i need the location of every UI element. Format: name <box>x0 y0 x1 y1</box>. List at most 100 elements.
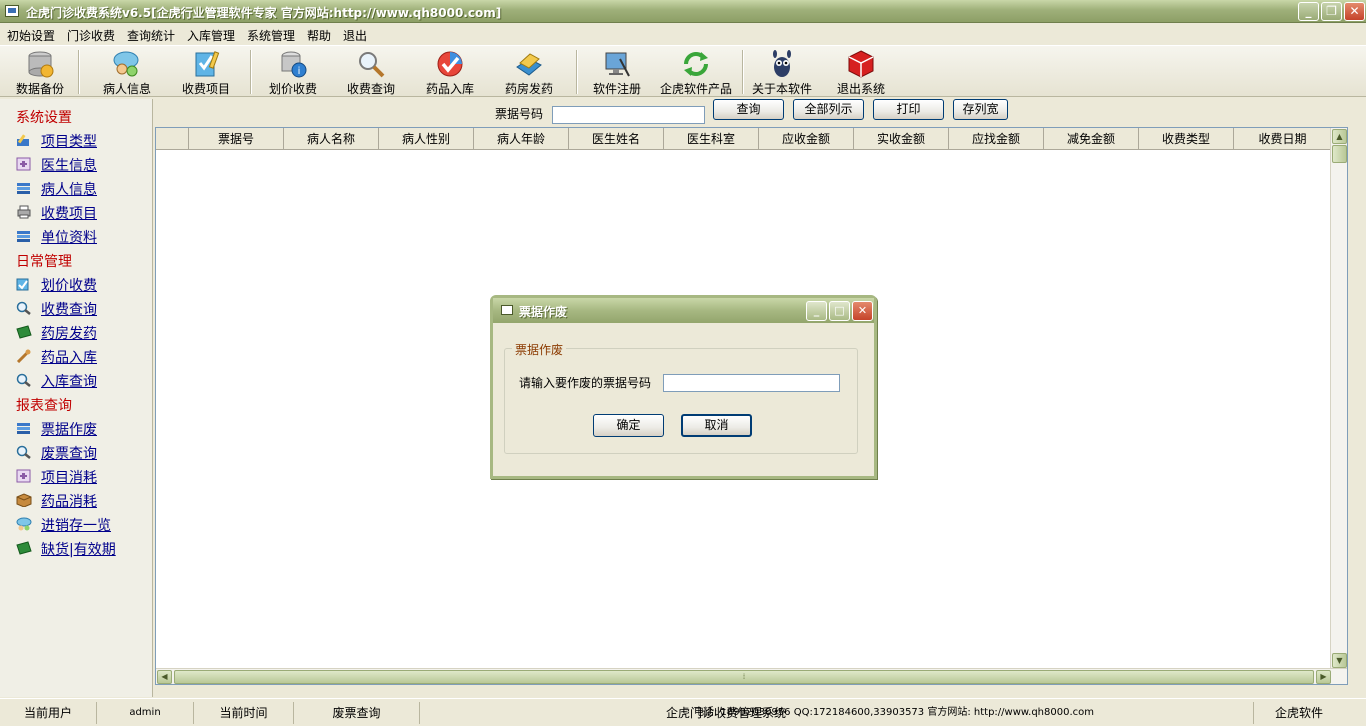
sidebar-item-label: 进销存一览 <box>41 518 111 534</box>
column-header[interactable]: 减免金额 <box>1044 128 1139 150</box>
menu-stock-in[interactable]: 入库管理 <box>187 27 235 44</box>
database-backup-icon <box>28 51 54 78</box>
current-user-label: 当前用户 <box>0 702 97 724</box>
printer-icon <box>17 205 31 219</box>
dialog-minimize-button[interactable]: _ <box>806 301 827 321</box>
void-receipt-dialog: 票据作废 _ □ ✕ 票据作废 请输入要作废的票据号码 确定 取消 <box>490 295 877 479</box>
menu-outpatient-charge[interactable]: 门诊收费 <box>67 27 115 44</box>
toolbar-label: 关于本软件 <box>751 82 812 96</box>
column-header[interactable]: 医生姓名 <box>569 128 664 150</box>
toolbar-label: 收费项目 <box>181 82 230 96</box>
refresh-arrows-icon <box>684 52 708 76</box>
sidebar-item-label: 收费项目 <box>41 206 97 222</box>
scroll-down-arrow[interactable]: ▼ <box>1332 653 1347 668</box>
column-header[interactable]: 票据号 <box>189 128 284 150</box>
toolbar-pharmacy-dispense-button[interactable]: 药房发药 <box>497 46 561 97</box>
column-header[interactable]: 收费日期 <box>1234 128 1332 150</box>
menu-initial-settings[interactable]: 初始设置 <box>7 27 55 44</box>
sidebar-item-label: 医生信息 <box>41 158 97 174</box>
toolbar-about-button[interactable]: 关于本软件 <box>748 46 816 97</box>
doctor-card-icon <box>16 157 31 171</box>
dialog-maximize-button[interactable]: □ <box>829 301 850 321</box>
column-header[interactable]: 应收金额 <box>759 128 854 150</box>
svg-text:i: i <box>298 66 301 77</box>
minimize-button[interactable]: _ <box>1298 2 1319 21</box>
sidebar-item-label: 缺货|有效期 <box>41 542 116 558</box>
magnifier-icon <box>16 445 31 459</box>
toolbar-pricing-button[interactable]: i 划价收费 <box>261 46 325 97</box>
toolbar-exit-system-button[interactable]: 退出系统 <box>829 46 893 97</box>
dialog-close-button[interactable]: ✕ <box>852 301 873 321</box>
toolbar-software-register-button[interactable]: 软件注册 <box>585 46 649 97</box>
sidebar-item-label: 药品消耗 <box>41 494 97 510</box>
horizontal-scrollbar[interactable]: ◀ ⁞ ▶ <box>156 668 1347 684</box>
column-header[interactable]: 病人年龄 <box>474 128 569 150</box>
title-bar: 企虎门诊收费系统v6.5[企虎行业管理软件专家 官方网站:http://www.… <box>0 0 1366 23</box>
current-user-value: admin <box>97 702 194 724</box>
notes-pencil-icon <box>16 278 29 291</box>
close-button[interactable]: ✕ <box>1344 2 1365 21</box>
column-header[interactable]: 收费类型 <box>1139 128 1234 150</box>
wrench-icon <box>16 349 31 363</box>
scroll-thumb[interactable]: ⁞ <box>174 670 1314 684</box>
toolbar-label: 退出系统 <box>836 82 885 96</box>
brand-label: 企虎软件 <box>1274 706 1323 720</box>
dialog-title-bar: 票据作废 _ □ ✕ <box>493 298 874 323</box>
vertical-scrollbar[interactable]: ▲ ▼ <box>1330 128 1347 669</box>
books-stack-icon <box>17 231 30 242</box>
toolbar-separator <box>742 50 744 94</box>
scroll-up-arrow[interactable]: ▲ <box>1332 129 1347 144</box>
cancel-button[interactable]: 取消 <box>681 414 752 437</box>
toolbar-label: 软件注册 <box>592 82 641 96</box>
dialog-app-icon <box>501 305 513 315</box>
pharmacy-box-icon <box>516 53 542 76</box>
sidebar-group-daily-management: 日常管理 <box>16 254 72 270</box>
package-box-icon <box>16 493 32 507</box>
list-all-button[interactable]: 全部列示 <box>793 99 864 120</box>
menu-system[interactable]: 系统管理 <box>247 27 295 44</box>
menu-query-stats[interactable]: 查询统计 <box>127 27 175 44</box>
grid-row-indicator-header <box>156 128 189 150</box>
about-mascot-icon <box>773 50 791 77</box>
void-receipt-number-input[interactable] <box>663 374 840 392</box>
menu-exit[interactable]: 退出 <box>343 27 367 44</box>
column-header[interactable]: 实收金额 <box>854 128 949 150</box>
green-book-icon <box>16 325 32 339</box>
toolbar-products-button[interactable]: 企虎软件产品 <box>656 46 736 97</box>
sidebar-item-label: 药房发药 <box>41 326 97 342</box>
restore-button[interactable]: ❐ <box>1321 2 1342 21</box>
pencil-book-icon <box>17 134 29 146</box>
menu-bar: 初始设置 门诊收费 查询统计 入库管理 系统管理 帮助 退出 <box>0 24 1366 45</box>
receipt-number-input[interactable] <box>552 106 705 124</box>
toolbar-label: 数据备份 <box>15 82 64 96</box>
toolbar-charge-items-button[interactable]: 收费项目 <box>174 46 238 97</box>
sidebar-item-label: 入库查询 <box>41 374 97 390</box>
toolbar-separator <box>576 50 578 94</box>
menu-help[interactable]: 帮助 <box>307 27 331 44</box>
ok-button[interactable]: 确定 <box>593 414 664 437</box>
toolbar-patient-info-button[interactable]: 病人信息 <box>95 46 159 97</box>
save-column-width-button[interactable]: 存列宽 <box>953 99 1008 120</box>
magnifier-icon <box>16 373 31 387</box>
sidebar-group-system-settings: 系统设置 <box>16 110 72 126</box>
toolbar-data-backup-button[interactable]: 数据备份 <box>8 46 72 97</box>
scroll-left-arrow[interactable]: ◀ <box>157 670 172 684</box>
dialog-prompt-label: 请输入要作废的票据号码 <box>519 376 652 390</box>
toolbar-charge-query-button[interactable]: 收费查询 <box>339 46 403 97</box>
column-header[interactable]: 病人性别 <box>379 128 474 150</box>
sidebar-item-label: 收费查询 <box>41 302 97 318</box>
query-button[interactable]: 查询 <box>713 99 784 120</box>
toolbar-drug-stock-in-button[interactable]: 药品入库 <box>418 46 482 97</box>
scroll-right-arrow[interactable]: ▶ <box>1316 670 1331 684</box>
print-button[interactable]: 打印 <box>873 99 944 120</box>
column-header[interactable]: 应找金额 <box>949 128 1044 150</box>
magnifier-icon <box>16 301 31 315</box>
column-header[interactable]: 医生科室 <box>664 128 759 150</box>
charge-items-icon <box>195 51 220 77</box>
scroll-thumb[interactable] <box>1332 145 1347 163</box>
column-header[interactable]: 病人名称 <box>284 128 379 150</box>
toolbar: 数据备份 病人信息 收费项目 i 划价收费 收费查询 药品入库 药房发药 软件注… <box>0 45 1366 97</box>
sidebar-item-label: 单位资料 <box>41 230 97 246</box>
pricing-database-icon: i <box>281 51 307 78</box>
sidebar-group-report-query: 报表查询 <box>16 398 72 414</box>
